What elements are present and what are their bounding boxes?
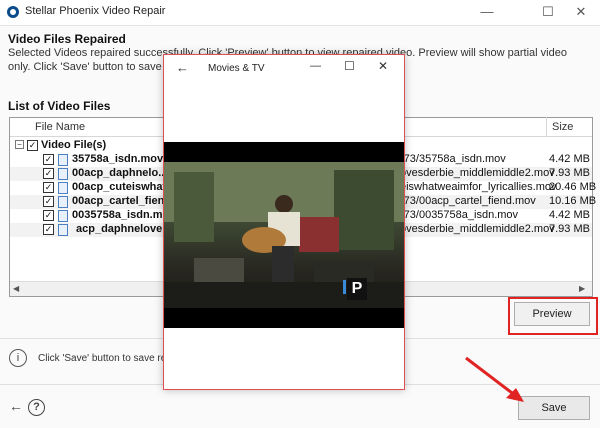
video-file-icon: [58, 224, 68, 236]
collapse-icon[interactable]: −: [15, 140, 24, 149]
file-size: 7.93 MB: [549, 223, 590, 235]
help-icon[interactable]: ?: [28, 399, 45, 416]
info-text: Click 'Save' button to save repa: [38, 353, 178, 364]
file-name: 00acp_daphnelo...: [72, 167, 168, 179]
column-size[interactable]: Size: [552, 121, 573, 133]
file-size: 4.42 MB: [549, 153, 590, 165]
file-name: 35758a_isdn.mov: [72, 153, 164, 165]
red-arrow-icon: [465, 356, 524, 402]
file-name: 0035758a_isdn.mo: [72, 209, 170, 221]
movies-tv-window[interactable]: ← Movies & TV — ☐ ✕ P: [163, 54, 405, 390]
title-bar: Stellar Phoenix Video Repair — ☐ ✕: [0, 0, 600, 26]
file-checkbox[interactable]: ✓: [43, 196, 54, 207]
file-path: -73/00acp_cartel_fiend.mov: [400, 195, 536, 207]
watermark-accent: [343, 280, 346, 294]
back-arrow-icon[interactable]: ←: [9, 398, 23, 414]
page-heading: Video Files Repaired: [8, 32, 126, 46]
preview-button[interactable]: Preview: [514, 302, 590, 326]
file-checkbox[interactable]: ✓: [43, 210, 54, 221]
file-checkbox[interactable]: ✓: [43, 224, 54, 235]
video-file-icon: [58, 168, 68, 180]
video-file-icon: [58, 196, 68, 208]
video-file-icon: [58, 182, 68, 194]
file-path: -73/35758a_isdn.mov: [400, 153, 506, 165]
minimize-button[interactable]: —: [472, 2, 502, 22]
file-size: 10.16 MB: [549, 195, 597, 207]
list-title: List of Video Files: [8, 99, 111, 113]
maximize-button[interactable]: ☐: [533, 2, 563, 22]
file-checkbox[interactable]: ✓: [43, 168, 54, 179]
main-window: Stellar Phoenix Video Repair — ☐ ✕ Video…: [0, 0, 600, 428]
file-path: -73/0035758a_isdn.mov: [400, 209, 519, 221]
tree-root-label: Video File(s): [41, 139, 107, 151]
file-path: ovesderbie_middlemiddle2.mov: [400, 223, 555, 235]
root-checkbox[interactable]: ✓: [27, 140, 38, 151]
file-name: 00acp_cartel_fiend: [72, 195, 172, 207]
scroll-left-icon[interactable]: ◀: [13, 284, 19, 293]
movies-back-icon[interactable]: ←: [176, 60, 189, 75]
app-logo-icon: [7, 6, 19, 18]
video-file-icon: [58, 210, 68, 222]
file-size: 4.42 MB: [549, 209, 590, 221]
movies-minimize-button[interactable]: —: [310, 60, 321, 72]
file-path: eiswhatweaimfor_lyricallies.mov: [400, 181, 557, 193]
movies-maximize-button[interactable]: ☐: [344, 59, 355, 73]
file-name: 00acp_cuteiswhat.: [72, 181, 170, 193]
file-size: 20.46 MB: [549, 181, 597, 193]
window-title: Stellar Phoenix Video Repair: [25, 5, 166, 17]
watermark-logo: P: [347, 278, 367, 300]
file-name: acp_daphnelove...: [76, 223, 172, 235]
info-icon: i: [9, 349, 27, 367]
file-size: 7.93 MB: [549, 167, 590, 179]
scroll-right-icon[interactable]: ▶: [579, 284, 585, 293]
file-path: ovesderbie_middlemiddle2.mov: [400, 167, 555, 179]
video-player[interactable]: P: [164, 142, 404, 328]
video-scene-illustration: [164, 162, 404, 308]
video-file-icon: [58, 154, 68, 166]
file-checkbox[interactable]: ✓: [43, 154, 54, 165]
column-file-name[interactable]: File Name: [35, 121, 85, 133]
file-checkbox[interactable]: ✓: [43, 182, 54, 193]
close-button[interactable]: ✕: [566, 2, 596, 22]
video-frame: P: [164, 162, 404, 308]
movies-tv-title: Movies & TV: [208, 63, 265, 74]
movies-close-button[interactable]: ✕: [378, 59, 388, 73]
column-divider: [546, 117, 547, 136]
